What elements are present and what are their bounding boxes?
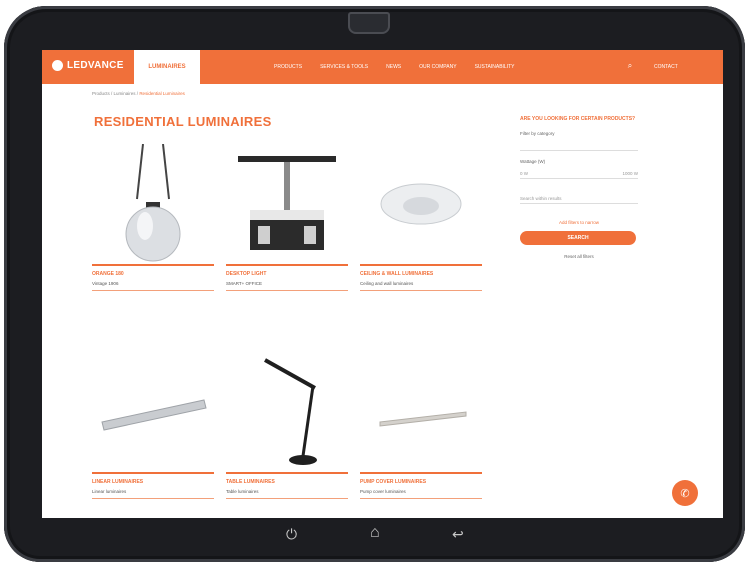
product-title[interactable]: ORANGE 180 [92, 271, 214, 278]
search-icon[interactable]: ⌕ [624, 61, 636, 73]
nav-item-products[interactable]: PRODUCTS [274, 64, 302, 70]
filter-heading: ARE YOU LOOKING FOR CERTAIN PRODUCTS? [520, 116, 636, 122]
wattage-min[interactable]: 0 W [520, 171, 528, 176]
brand-logo[interactable]: LEDVANCE [52, 60, 124, 71]
nav-item-services-tools[interactable]: SERVICES & TOOLS [320, 64, 368, 70]
product-title[interactable]: PUMP COVER LUMINAIRES [360, 479, 482, 486]
product-title[interactable]: CEILING & WALL LUMINAIRES [360, 271, 482, 278]
product-card[interactable]: CEILING & WALL LUMINAIRES Ceiling and wa… [360, 144, 482, 291]
product-image-pump-cover[interactable] [360, 352, 482, 472]
product-subtitle: SMART+ OFFICE [226, 281, 263, 286]
tablet-frame: LEDVANCE LUMINAIRES PRODUCTS SERVICES & … [4, 6, 745, 562]
category-select[interactable] [520, 136, 638, 151]
tab-luminaires[interactable]: LUMINAIRES [134, 50, 200, 84]
add-filters-link[interactable]: Add filters to narrow [520, 220, 638, 225]
product-card[interactable]: TABLE LUMINAIRES Table luminaires [226, 352, 348, 499]
page-title: RESIDENTIAL LUMINAIRES [94, 114, 272, 129]
breadcrumb: Products / Luminaires / Residential Lumi… [92, 91, 185, 96]
wattage-range[interactable]: 0 W 1000 W [520, 164, 638, 179]
breadcrumb-parent[interactable]: Products / Luminaires [92, 91, 136, 96]
nav-item-news[interactable]: NEWS [386, 64, 401, 70]
search-within-input[interactable]: Search within results [520, 189, 638, 204]
product-subtitle: Linear luminaires [92, 489, 127, 494]
home-icon[interactable]: ⌂ [370, 524, 380, 542]
product-title[interactable]: LINEAR LUMINAIRES [92, 479, 214, 486]
search-button[interactable]: SEARCH [520, 231, 636, 245]
product-card[interactable]: ORANGE 180 Vintage 1906 [92, 144, 214, 291]
product-title[interactable]: DESKTOP LIGHT [226, 271, 348, 278]
top-navigation-bar: LEDVANCE LUMINAIRES PRODUCTS SERVICES & … [42, 50, 723, 84]
chat-icon[interactable]: ✆ [672, 480, 698, 506]
breadcrumb-current: Residential Luminaires [139, 91, 185, 96]
android-nav-bar: ⏻ ⌂ ↩ [4, 524, 745, 552]
product-image-desk-light[interactable] [226, 144, 348, 264]
product-subtitle: Ceiling and wall luminaires [360, 281, 414, 286]
logo-icon [52, 60, 63, 71]
filter-panel: ARE YOU LOOKING FOR CERTAIN PRODUCTS? Fi… [520, 116, 638, 259]
back-icon[interactable]: ↩ [452, 526, 464, 543]
main-nav: PRODUCTS SERVICES & TOOLS NEWS OUR COMPA… [274, 64, 514, 70]
product-title[interactable]: TABLE LUMINAIRES [226, 479, 348, 486]
power-icon[interactable]: ⏻ [286, 526, 297, 543]
product-subtitle: Vintage 1906 [92, 281, 119, 286]
product-subtitle: Pump cover luminaires [360, 489, 406, 494]
product-card[interactable]: LINEAR LUMINAIRES Linear luminaires [92, 352, 214, 499]
nav-item-our-company[interactable]: OUR COMPANY [419, 64, 456, 70]
contact-link[interactable]: CONTACT [654, 64, 678, 70]
wattage-max[interactable]: 1000 W [622, 171, 638, 176]
brand-name: LEDVANCE [67, 60, 124, 71]
product-image-pendant[interactable] [92, 144, 214, 264]
product-subtitle: Table luminaires [226, 489, 259, 494]
nav-item-sustainability[interactable]: SUSTAINABILITY [475, 64, 515, 70]
product-image-table-lamp[interactable] [226, 352, 348, 472]
product-image-linear[interactable] [92, 352, 214, 472]
product-image-ceiling[interactable] [360, 144, 482, 264]
reset-filters-link[interactable]: Reset all filters [520, 254, 638, 259]
browser-screen: LEDVANCE LUMINAIRES PRODUCTS SERVICES & … [42, 50, 723, 518]
camera-notch [348, 12, 390, 34]
product-card[interactable]: DESKTOP LIGHT SMART+ OFFICE [226, 144, 348, 291]
product-card[interactable]: PUMP COVER LUMINAIRES Pump cover luminai… [360, 352, 482, 499]
